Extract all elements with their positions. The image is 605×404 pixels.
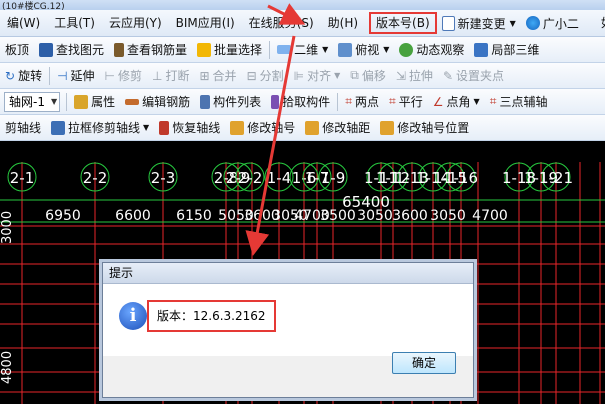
version-dialog: 提示 i 版本：12.6.3.2162 确定 [102,262,474,398]
annotation-arrow-to-menu [267,3,306,25]
ok-button[interactable]: 确定 [392,352,456,374]
dialog-title: 提示 [103,263,473,284]
info-icon: i [119,302,147,330]
annotation-arrow-to-dialog [245,35,296,256]
dialog-body: i 版本：12.6.3.2162 [103,284,473,356]
version-message: 版本：12.6.3.2162 [147,300,276,332]
